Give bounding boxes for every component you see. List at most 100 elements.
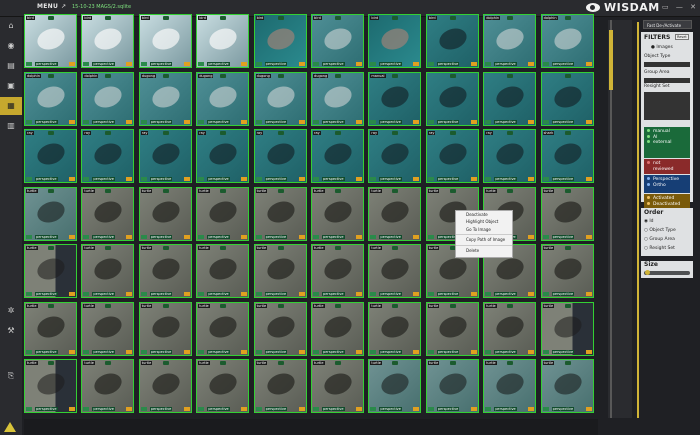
deactivated-option[interactable]: Deactivated (647, 201, 687, 208)
highlight-button[interactable] (413, 292, 420, 296)
activate-toggle[interactable] (83, 177, 90, 181)
object-tile[interactable]: turtle perspective (81, 301, 135, 356)
activate-toggle[interactable] (485, 62, 492, 66)
activate-toggle[interactable] (255, 234, 262, 239)
order-group-area[interactable]: ○ Group Area (644, 237, 675, 242)
object-tile[interactable]: turtle perspective (368, 359, 422, 413)
highlight-button[interactable] (183, 119, 190, 124)
object-tile[interactable]: ray perspective (24, 129, 77, 183)
activate-toggle[interactable] (370, 62, 377, 66)
object-tile[interactable]: dolphin perspective (540, 14, 594, 68)
highlight-button[interactable] (183, 292, 190, 296)
object-tile[interactable]: perspective (425, 71, 479, 126)
activate-toggle[interactable] (198, 177, 205, 181)
view-ortho[interactable]: Ortho (647, 182, 687, 189)
activate-toggle[interactable] (542, 119, 549, 124)
activate-toggle[interactable] (255, 407, 262, 411)
tools-icon[interactable]: ⚒ (0, 322, 22, 340)
scroll-thumb[interactable] (609, 30, 613, 90)
highlight-button[interactable] (413, 119, 420, 124)
highlight-button[interactable] (528, 119, 535, 124)
highlight-button[interactable] (528, 177, 535, 181)
highlight-button[interactable] (69, 407, 75, 411)
resight-set-field[interactable] (644, 92, 690, 120)
highlight-button[interactable] (585, 407, 592, 411)
highlight-button[interactable] (356, 119, 362, 124)
object-tile[interactable]: bird perspective (24, 14, 77, 68)
menu-item-highlight-object[interactable]: Highlight Object (456, 218, 512, 225)
highlight-button[interactable] (470, 292, 477, 296)
activate-toggle[interactable] (542, 292, 549, 296)
review-state-filter[interactable]: manual AI external (644, 127, 690, 158)
highlight-button[interactable] (69, 177, 75, 181)
restore-window-button[interactable]: ▭ (662, 3, 669, 11)
activate-toggle[interactable] (313, 407, 319, 411)
highlight-button[interactable] (298, 407, 305, 411)
object-tile[interactable]: ray perspective (81, 129, 135, 183)
object-tile[interactable]: shark perspective (540, 129, 594, 183)
highlight-button[interactable] (126, 292, 133, 296)
activate-toggle[interactable] (26, 349, 32, 354)
highlight-button[interactable] (413, 349, 420, 354)
object-tile[interactable]: turtle perspective (138, 359, 192, 413)
highlight-button[interactable] (356, 292, 362, 296)
menu-button[interactable]: MENU ↗ (37, 3, 67, 10)
highlight-button[interactable] (356, 407, 362, 411)
order-resight-set[interactable]: ○ Resight Set (644, 246, 675, 251)
object-tile[interactable]: bird perspective (138, 14, 192, 68)
activate-toggle[interactable] (427, 119, 434, 124)
activate-toggle[interactable] (427, 177, 434, 181)
object-tile[interactable]: turtle perspective (24, 359, 77, 413)
activate-toggle[interactable] (26, 62, 32, 66)
activate-toggle[interactable] (485, 177, 492, 181)
highlight-button[interactable] (356, 177, 362, 181)
activate-toggle[interactable] (542, 177, 549, 181)
highlight-button[interactable] (585, 119, 592, 124)
activate-toggle[interactable] (198, 407, 205, 411)
activate-toggle[interactable] (26, 292, 32, 296)
highlight-button[interactable] (528, 407, 535, 411)
highlight-button[interactable] (126, 407, 133, 411)
highlight-button[interactable] (241, 349, 248, 354)
object-tile[interactable]: turtle perspective (24, 186, 77, 241)
activate-toggle[interactable] (427, 349, 434, 354)
activate-toggle[interactable] (140, 177, 147, 181)
object-tile[interactable]: turtle perspective (311, 301, 364, 356)
object-tile[interactable]: turtle perspective (138, 301, 192, 356)
activate-toggle[interactable] (427, 62, 434, 66)
menu-item-deactivate[interactable]: Deactivate (456, 211, 512, 218)
object-tile[interactable]: turtle perspective (138, 244, 192, 298)
view-mode-filter[interactable]: Perspective Ortho (644, 175, 690, 193)
object-tile[interactable]: ray perspective (311, 129, 364, 183)
activate-toggle[interactable] (255, 349, 262, 354)
object-tile[interactable]: dolphin perspective (483, 14, 537, 68)
highlight-button[interactable] (69, 349, 75, 354)
activate-toggle[interactable] (255, 177, 262, 181)
activate-toggle[interactable] (140, 407, 147, 411)
highlight-button[interactable] (413, 234, 420, 239)
activate-toggle[interactable] (255, 62, 262, 66)
object-tile[interactable]: turtle perspective (253, 359, 307, 413)
activate-toggle[interactable] (370, 292, 377, 296)
highlight-button[interactable] (183, 407, 190, 411)
object-tile[interactable]: turtle perspective (81, 359, 135, 413)
highlight-button[interactable] (528, 234, 535, 239)
object-tile[interactable]: turtle perspective (196, 186, 250, 241)
reset-button[interactable]: Reset (675, 34, 689, 40)
highlight-button[interactable] (69, 119, 75, 124)
highlight-button[interactable] (183, 177, 190, 181)
highlight-button[interactable] (413, 407, 420, 411)
activate-toggle[interactable] (83, 292, 90, 296)
activate-toggle[interactable] (83, 407, 90, 411)
activate-toggle[interactable] (198, 234, 205, 239)
object-tile[interactable]: turtle perspective (81, 244, 135, 298)
object-tile[interactable]: dolphin perspective (24, 71, 77, 126)
activate-toggle[interactable] (26, 177, 32, 181)
object-tile[interactable]: bird perspective (425, 14, 479, 68)
highlight-button[interactable] (126, 234, 133, 239)
activate-toggle[interactable] (370, 407, 377, 411)
highlight-button[interactable] (356, 349, 362, 354)
activate-toggle[interactable] (542, 349, 549, 354)
object-tile[interactable]: turtle perspective (253, 186, 307, 241)
menu-item-copy-path[interactable]: Copy Path of Image (456, 236, 512, 243)
